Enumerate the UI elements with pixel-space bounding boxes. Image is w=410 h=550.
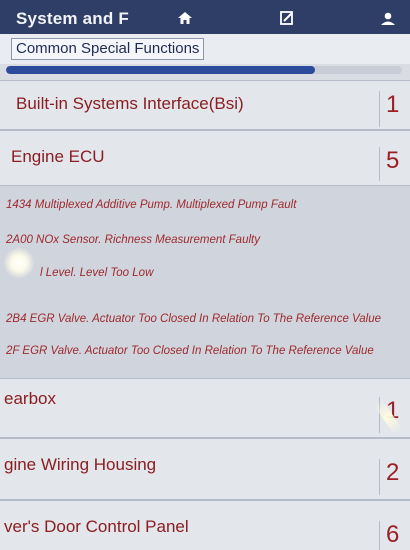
fault-list: 1434 Multiplexed Additive Pump. Multiple… xyxy=(0,186,410,378)
user-icon[interactable] xyxy=(379,10,397,26)
row-label: earbox xyxy=(4,389,56,408)
top-bar: System and F xyxy=(0,0,410,34)
light-glare xyxy=(4,248,34,278)
row-count: 1 xyxy=(379,91,410,127)
row-label: gine Wiring Housing xyxy=(4,455,157,474)
fault-item[interactable]: l Level. Level Too Low xyxy=(40,267,153,279)
system-row-engine-wiring-housing[interactable]: gine Wiring Housing 2 xyxy=(0,438,410,500)
system-row-gearbox[interactable]: earbox 1 xyxy=(0,378,410,438)
progress-fill xyxy=(6,66,315,74)
row-label: Built-in Systems Interface(Bsi) xyxy=(16,94,244,113)
row-count: 6 xyxy=(379,521,410,550)
progress-bar xyxy=(6,66,402,74)
fault-item[interactable]: 1434 Multiplexed Additive Pump. Multiple… xyxy=(6,199,296,211)
home-icon[interactable] xyxy=(177,10,195,26)
row-count: 5 xyxy=(379,147,410,181)
page-title: System and F xyxy=(16,9,129,28)
row-count: 2 xyxy=(379,459,410,495)
fault-item[interactable]: 2F EGR Valve. Actuator Too Closed In Rel… xyxy=(6,345,374,357)
breadcrumb[interactable]: Common Special Functions xyxy=(11,38,205,60)
report-icon[interactable] xyxy=(279,10,297,26)
fault-item[interactable]: 2A00 NOx Sensor. Richness Measurement Fa… xyxy=(6,234,260,246)
fault-item[interactable]: 2B4 EGR Valve. Actuator Too Closed In Re… xyxy=(6,313,381,325)
system-row-drivers-door-control-panel[interactable]: ver's Door Control Panel 6 xyxy=(0,500,410,550)
app-screen: System and F Common Special Functions Bu… xyxy=(0,0,410,550)
system-row-engine-ecu[interactable]: Engine ECU 5 xyxy=(0,130,410,186)
system-row-bsi[interactable]: Built-in Systems Interface(Bsi) 1 xyxy=(0,80,410,130)
row-label: Engine ECU xyxy=(11,147,105,166)
row-label: ver's Door Control Panel xyxy=(4,517,189,536)
